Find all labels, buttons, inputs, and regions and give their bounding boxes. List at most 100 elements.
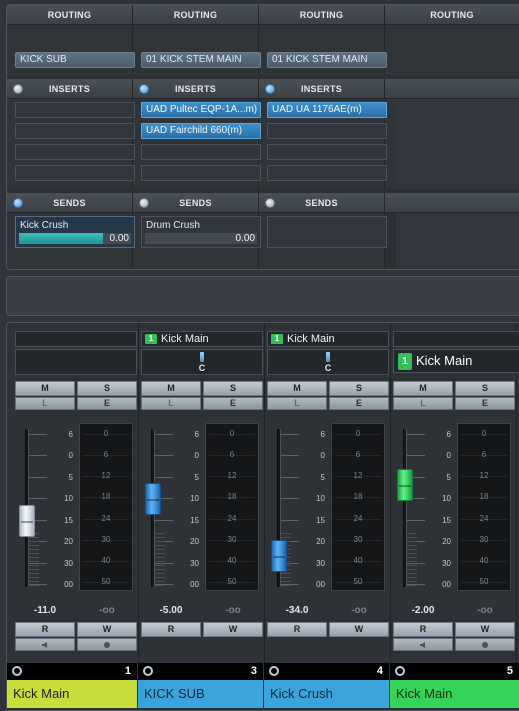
volume-readout[interactable]: -2.00 bbox=[393, 605, 453, 616]
insert-slot[interactable] bbox=[15, 144, 135, 160]
insert-slot[interactable] bbox=[141, 144, 261, 160]
volume-readout[interactable]: -11.0 bbox=[15, 605, 75, 616]
inserts-bypass-icon[interactable] bbox=[139, 84, 149, 94]
read-automation-button[interactable]: R bbox=[267, 622, 327, 637]
channel-divider bbox=[516, 323, 517, 663]
write-automation-button[interactable]: W bbox=[203, 622, 263, 637]
send-level-bar[interactable]: 0.00 bbox=[145, 233, 257, 244]
channel-name-strip[interactable]: Kick Main bbox=[7, 680, 138, 708]
meter-scale-label: 50 bbox=[479, 577, 489, 586]
send-level-bar[interactable]: 0.00 bbox=[19, 233, 131, 244]
channel-number: 3 bbox=[250, 665, 257, 677]
sends-bypass-icon[interactable] bbox=[13, 198, 23, 208]
write-automation-button[interactable]: W bbox=[329, 622, 389, 637]
solo-button[interactable]: S bbox=[203, 381, 263, 396]
send-slot-drum-crush[interactable]: Drum Crush 0.00 bbox=[141, 216, 261, 248]
insert-slot[interactable] bbox=[15, 165, 135, 181]
insert-slot-1176[interactable]: UAD UA 1176AE(m) bbox=[267, 102, 387, 118]
listen-button[interactable]: L bbox=[267, 397, 327, 410]
pan-knob[interactable] bbox=[326, 352, 330, 362]
listen-button[interactable]: L bbox=[141, 397, 201, 410]
pan-control-ch2[interactable]: C bbox=[141, 349, 263, 375]
inserts-bypass-icon[interactable] bbox=[265, 84, 275, 94]
write-automation-button[interactable]: W bbox=[77, 622, 137, 637]
channel-select-icon[interactable] bbox=[269, 666, 279, 676]
write-automation-button[interactable]: W bbox=[455, 622, 515, 637]
channel-name-strip[interactable]: Kick Main bbox=[390, 680, 519, 708]
volume-readout[interactable]: -5.00 bbox=[141, 605, 201, 616]
listen-button[interactable]: L bbox=[15, 397, 75, 410]
fader-track[interactable] bbox=[403, 429, 407, 587]
sends-bypass-icon[interactable] bbox=[265, 198, 275, 208]
fader-handle[interactable] bbox=[271, 540, 287, 572]
fader-handle[interactable] bbox=[145, 483, 161, 515]
edit-button[interactable]: E bbox=[77, 397, 137, 410]
mute-button[interactable]: M bbox=[267, 381, 327, 396]
output-routing-ch3[interactable]: 1 Kick Main bbox=[267, 331, 389, 347]
insert-slot-pultec[interactable]: UAD Pultec EQP-1A...m) bbox=[141, 102, 261, 118]
listen-button[interactable]: L bbox=[393, 397, 453, 410]
insert-slot-fairchild[interactable]: UAD Fairchild 660(m) bbox=[141, 123, 261, 139]
fader-scale-label: 00 bbox=[190, 580, 199, 589]
mute-button[interactable]: M bbox=[141, 381, 201, 396]
read-automation-button[interactable]: R bbox=[141, 622, 201, 637]
routing-select-ch3[interactable]: 01 KICK STEM MAIN bbox=[267, 52, 387, 68]
inserts-bypass-icon[interactable] bbox=[13, 84, 23, 94]
record-enable-button[interactable] bbox=[455, 638, 515, 651]
fader-scale-label: 10 bbox=[190, 494, 199, 503]
fader-scale-label: 00 bbox=[64, 580, 73, 589]
fader-scale-label: 10 bbox=[316, 494, 325, 503]
channel-select-icon[interactable] bbox=[143, 666, 153, 676]
sends-bypass-icon[interactable] bbox=[139, 198, 149, 208]
meter-scale-label: 50 bbox=[353, 577, 363, 586]
solo-button[interactable]: S bbox=[77, 381, 137, 396]
routing-select-ch1[interactable]: KICK SUB bbox=[15, 52, 135, 68]
pan-control-ch1[interactable] bbox=[15, 349, 137, 375]
pan-knob[interactable] bbox=[200, 352, 204, 362]
peak-readout[interactable]: -oo bbox=[77, 605, 137, 616]
insert-slot[interactable] bbox=[15, 102, 135, 118]
edit-button[interactable]: E bbox=[329, 397, 389, 410]
inserts-empty-area bbox=[396, 99, 519, 189]
peak-readout[interactable]: -oo bbox=[203, 605, 263, 616]
fader-scale-label: 20 bbox=[190, 537, 199, 546]
edit-button[interactable]: E bbox=[455, 397, 515, 410]
fader-handle[interactable] bbox=[397, 469, 413, 501]
output-routing-ch4-large[interactable]: 1 Kick Main bbox=[393, 349, 519, 373]
channel-select-icon[interactable] bbox=[395, 666, 405, 676]
mute-button[interactable]: M bbox=[393, 381, 453, 396]
record-enable-button[interactable] bbox=[77, 638, 137, 651]
output-routing-ch1[interactable] bbox=[15, 331, 137, 347]
output-routing-ch2[interactable]: 1 Kick Main bbox=[141, 331, 263, 347]
fader-handle[interactable] bbox=[19, 505, 35, 537]
channel-name-strip[interactable]: KICK SUB bbox=[138, 680, 264, 708]
insert-slot[interactable] bbox=[267, 144, 387, 160]
meter-scale-label: 12 bbox=[101, 471, 111, 480]
insert-slot[interactable] bbox=[15, 123, 135, 139]
mute-button[interactable]: M bbox=[15, 381, 75, 396]
monitor-button[interactable] bbox=[393, 638, 453, 651]
pan-control-ch3[interactable]: C bbox=[267, 349, 389, 375]
volume-readout[interactable]: -34.0 bbox=[267, 605, 327, 616]
peak-readout[interactable]: -oo bbox=[329, 605, 389, 616]
edit-button[interactable]: E bbox=[203, 397, 263, 410]
solo-button[interactable]: S bbox=[455, 381, 515, 396]
channel-name-strip[interactable]: Kick Crush bbox=[264, 680, 390, 708]
channel-select-icon[interactable] bbox=[12, 666, 22, 676]
read-automation-button[interactable]: R bbox=[15, 622, 75, 637]
peak-readout[interactable]: -oo bbox=[455, 605, 515, 616]
output-routing-ch4[interactable] bbox=[393, 331, 519, 347]
record-dot-icon bbox=[482, 642, 488, 648]
sends-header: SENDS bbox=[259, 193, 385, 213]
solo-button[interactable]: S bbox=[329, 381, 389, 396]
send-slot-kick-crush[interactable]: Kick Crush 0.00 bbox=[15, 216, 135, 248]
fader-scale-label: 30 bbox=[442, 559, 451, 568]
insert-slot[interactable] bbox=[267, 165, 387, 181]
read-automation-button[interactable]: R bbox=[393, 622, 453, 637]
insert-slot[interactable] bbox=[141, 165, 261, 181]
record-dot-icon bbox=[104, 642, 110, 648]
routing-select-ch2[interactable]: 01 KICK STEM MAIN bbox=[141, 52, 261, 68]
monitor-button[interactable] bbox=[15, 638, 75, 651]
insert-slot[interactable] bbox=[267, 123, 387, 139]
send-slot-empty[interactable] bbox=[267, 216, 387, 248]
